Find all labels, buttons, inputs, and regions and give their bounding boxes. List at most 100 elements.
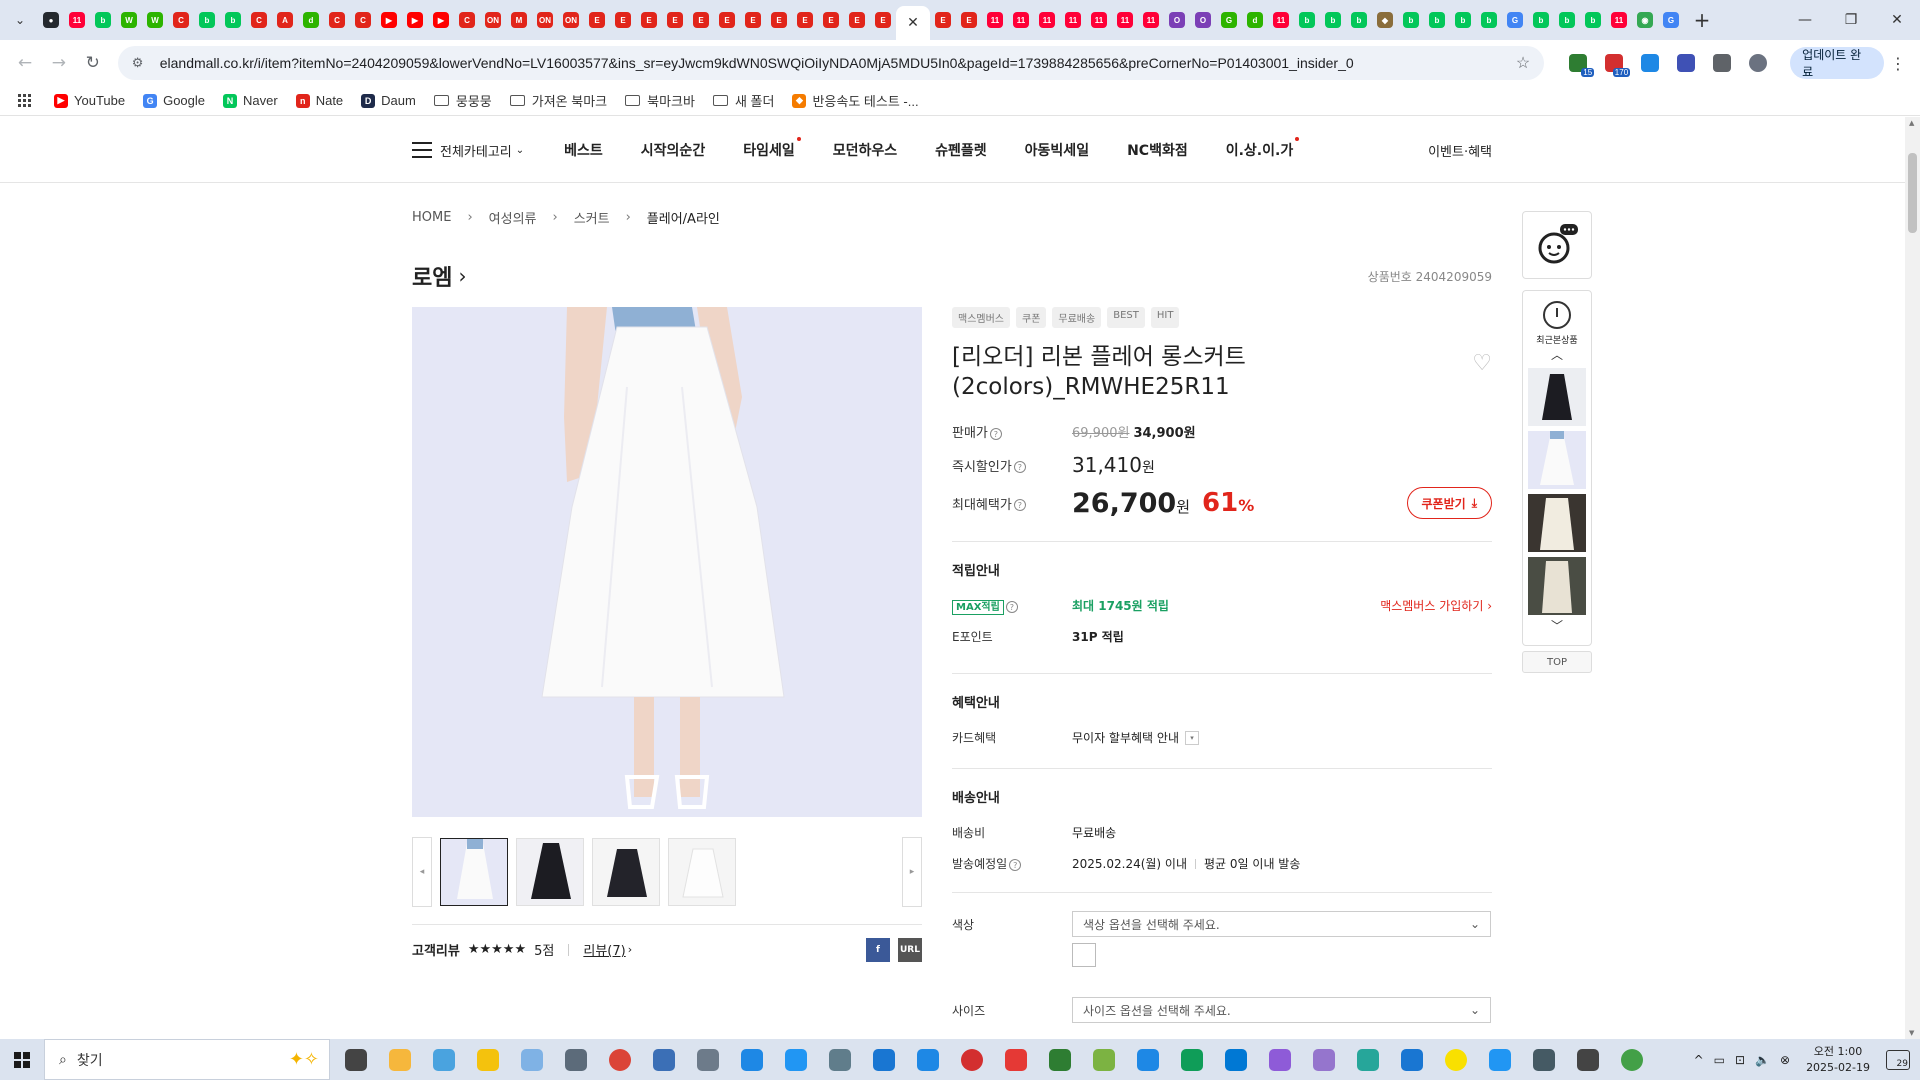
nav-item[interactable]: NC백화점 [1127,140,1188,160]
bookmark-item[interactable]: 가져온 북마크 [509,91,607,110]
app-icon[interactable] [1042,1042,1078,1078]
browser-tab[interactable]: b [1398,4,1424,36]
browser-tab[interactable]: C [324,4,350,36]
file-explorer-icon[interactable] [382,1042,418,1078]
review-link[interactable]: 리뷰(7) [583,940,625,959]
browser-tab[interactable]: G [1658,4,1684,36]
facebook-icon[interactable]: f [866,937,890,962]
browser-tab[interactable]: ▶ [376,4,402,36]
browser-tab[interactable]: b [220,4,246,36]
chrome-icon[interactable] [602,1042,638,1078]
calculator-icon[interactable] [558,1042,594,1078]
app-icon[interactable] [734,1042,770,1078]
browser-tab[interactable]: 11 [1268,4,1294,36]
browser-tab[interactable]: W [116,4,142,36]
wishlist-heart-icon[interactable]: ♡ [1472,351,1492,376]
url-icon[interactable]: URL [898,937,922,962]
browser-tab[interactable]: C [168,4,194,36]
recent-up-icon[interactable]: ︿ [1523,346,1591,363]
breadcrumb-item[interactable]: 스커트 [574,208,610,227]
join-membership-link[interactable]: 맥스멤버스 가입하기 › [1380,597,1492,614]
taskbar-search[interactable]: ⌕ 찾기 ✦✧ [44,1039,330,1080]
color-swatch-white[interactable] [1072,943,1096,967]
scroll-top-button[interactable]: TOP [1522,651,1592,673]
browser-tab[interactable]: ● [38,4,64,36]
tab-search-chevron-icon[interactable]: ⌄ [8,8,32,32]
volume-icon[interactable]: 🔈 [1755,1053,1770,1067]
network-icon[interactable]: ⊡ [1735,1053,1745,1067]
browser-tab[interactable]: b [1450,4,1476,36]
menu-icon[interactable]: ⋮ [1884,54,1912,73]
card-benefit-dropdown[interactable]: 무이자 할부혜택 안내 ▾ [1072,729,1199,746]
browser-tab[interactable]: b [1320,4,1346,36]
app-icon[interactable] [1482,1042,1518,1078]
ext-green-icon[interactable]: 15 [1562,47,1595,79]
browser-tab[interactable]: 11 [1086,4,1112,36]
ext-translate-icon[interactable] [1670,47,1702,79]
browser-tab[interactable]: d [1242,4,1268,36]
nav-event-link[interactable]: 이벤트·혜택 [1428,141,1492,160]
recent-product-3[interactable] [1528,494,1586,552]
browser-tab[interactable]: O [1164,4,1190,36]
tab-active[interactable]: ✕ [896,6,930,40]
ext-blue-icon[interactable] [1634,47,1666,79]
browser-tab[interactable]: G [1216,4,1242,36]
help-icon[interactable]: ? [1013,461,1026,473]
help-icon[interactable]: ? [1009,858,1022,871]
onedrive-icon[interactable] [1614,1042,1650,1078]
nav-item[interactable]: 모던하우스 [833,140,897,160]
browser-tab[interactable]: ON [532,4,558,36]
media-player-icon[interactable] [470,1042,506,1078]
browser-tab[interactable]: b [90,4,116,36]
browser-tab[interactable]: ◆ [1372,4,1398,36]
browser-tab[interactable]: b [194,4,220,36]
copilot-icon[interactable] [1262,1042,1298,1078]
record-icon[interactable] [954,1042,990,1078]
browser-tab[interactable]: E [662,4,688,36]
scrollbar-thumb[interactable] [1908,153,1917,233]
recent-down-icon[interactable]: ﹀ [1523,617,1591,634]
browser-tab[interactable]: E [930,4,956,36]
browser-tab[interactable]: E [714,4,740,36]
apps-grid-icon[interactable] [18,93,32,108]
browser-tab[interactable]: W [142,4,168,36]
update-button[interactable]: 업데이트 완료 [1790,47,1885,79]
nav-item[interactable]: 슈펜플렛 [935,140,987,160]
settings-icon[interactable] [1570,1042,1606,1078]
browser-tab[interactable]: M [506,4,532,36]
coupon-button[interactable]: 쿠폰받기 ⤓ [1406,487,1492,519]
task-view-icon[interactable] [338,1042,374,1078]
scroll-down-icon[interactable]: ▼ [1909,1029,1914,1037]
app-icon[interactable] [778,1042,814,1078]
notifications-button[interactable]: 29 [1886,1049,1910,1070]
browser-tab[interactable]: b [1528,4,1554,36]
browser-tab[interactable]: E [792,4,818,36]
browser-tab[interactable]: E [610,4,636,36]
browser-tab[interactable]: 11 [1008,4,1034,36]
app-icon[interactable] [910,1042,946,1078]
browser-tab[interactable]: E [688,4,714,36]
browser-tab[interactable]: O [1190,4,1216,36]
recent-product-1[interactable] [1528,368,1586,426]
browser-tab[interactable]: 11 [1606,4,1632,36]
browser-tab[interactable]: ▶ [428,4,454,36]
nav-item[interactable]: 아동빅세일 [1025,140,1089,160]
reload-icon[interactable]: ↻ [76,46,110,80]
browser-tab[interactable]: ◉ [1632,4,1658,36]
bookmark-item[interactable]: ◆ 반응속도 테스트 -... [792,91,919,110]
nav-item[interactable]: 시작의순간 [641,140,705,160]
kakaotalk-icon[interactable] [1438,1042,1474,1078]
nav-item[interactable]: 타임세일 [743,137,801,160]
close-icon[interactable]: ✕ [907,15,919,31]
browser-tab[interactable]: E [766,4,792,36]
browser-tab[interactable]: E [844,4,870,36]
bookmark-item[interactable]: n Nate [295,93,343,108]
browser-tab[interactable]: C [454,4,480,36]
browser-tab[interactable]: 11 [1060,4,1086,36]
app-icon[interactable] [1350,1042,1386,1078]
puzzle-icon[interactable] [1706,47,1738,79]
bookmark-item[interactable]: N Naver [223,93,278,108]
nav-item[interactable]: 이.상.이.가 [1226,137,1300,160]
browser-tab[interactable]: d [298,4,324,36]
browser-tab[interactable]: E [818,4,844,36]
